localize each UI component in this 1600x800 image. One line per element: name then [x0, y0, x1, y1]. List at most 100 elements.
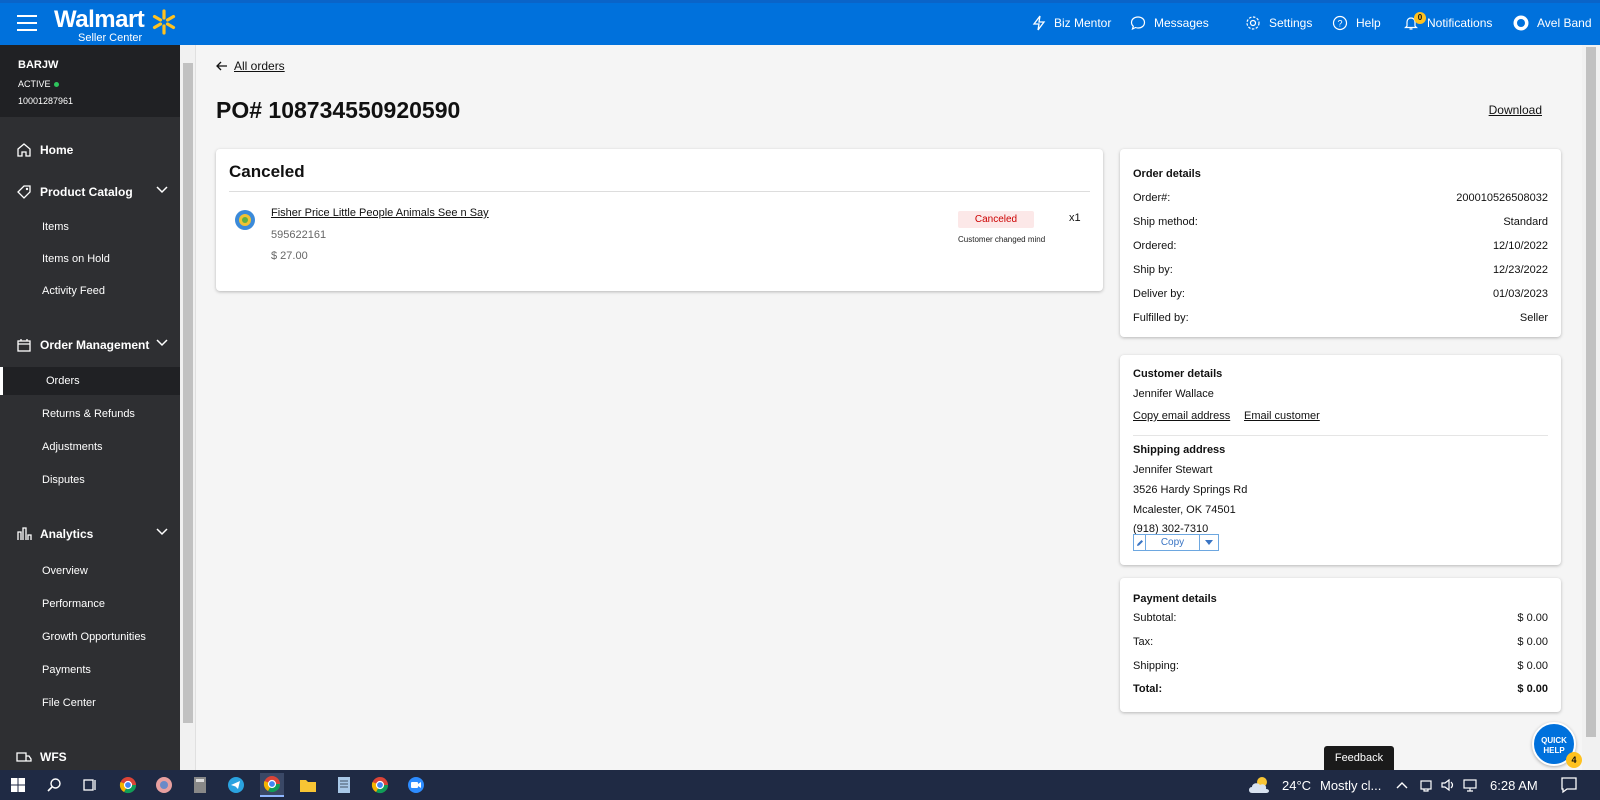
biz-mentor-link[interactable]: Biz Mentor — [1032, 15, 1111, 31]
bolt-icon — [1032, 15, 1046, 31]
order-status-title: Canceled — [229, 162, 305, 181]
sidebar-item-performance[interactable]: Performance — [0, 590, 180, 618]
sidebar-item-payments[interactable]: Payments — [0, 656, 180, 684]
sidebar-item-disputes[interactable]: Disputes — [0, 466, 180, 494]
calculator-icon[interactable] — [188, 773, 212, 797]
notifications-link[interactable]: 0 Notifications — [1403, 12, 1492, 31]
account-menu[interactable]: Avel Band — [1513, 15, 1592, 31]
detail-label: Ordered: — [1133, 240, 1177, 252]
file-explorer-icon[interactable] — [296, 773, 320, 797]
zoom-icon[interactable] — [404, 773, 428, 797]
display-icon[interactable] — [1462, 777, 1478, 793]
hamburger-menu-icon[interactable] — [17, 15, 37, 31]
sidebar-item-overview[interactable]: Overview — [0, 557, 180, 585]
avatar-icon — [1513, 15, 1529, 31]
cancel-reason: Customer changed mind — [958, 235, 1046, 244]
sidebar-section-product-catalog[interactable]: Product Catalog — [0, 174, 180, 210]
customer-details-card: Customer details Jennifer Wallace Copy e… — [1120, 355, 1561, 565]
chevron-up-icon[interactable] — [1396, 780, 1408, 790]
clock-time[interactable]: 6:28 AM — [1490, 778, 1538, 793]
walmart-logo[interactable]: Walmart Seller Center — [54, 6, 145, 45]
status-badge: Canceled — [958, 211, 1034, 228]
sidebar-item-growth-opportunities[interactable]: Growth Opportunities — [0, 623, 180, 651]
chevron-down-icon — [156, 186, 168, 194]
sidebar-section-wfs[interactable]: WFS — [0, 739, 180, 770]
product-thumbnail[interactable] — [234, 209, 256, 231]
logo-subtitle: Seller Center — [78, 32, 143, 44]
sidebar-section-analytics[interactable]: Analytics — [0, 516, 180, 552]
payment-row-shipping: Shipping: $ 0.00 — [1133, 660, 1548, 672]
sidebar-item-returns-refunds[interactable]: Returns & Refunds — [0, 400, 180, 428]
sidebar-item-items[interactable]: Items — [0, 213, 180, 241]
sidebar-item-file-center[interactable]: File Center — [0, 689, 180, 717]
app-icon[interactable] — [152, 773, 176, 797]
weather-cloud-icon[interactable] — [1247, 774, 1273, 796]
payment-value: $ 0.00 — [1517, 612, 1548, 624]
detail-row-deliver-by: Deliver by: 01/03/2023 — [1133, 288, 1548, 300]
network-icon[interactable] — [1418, 777, 1434, 793]
pencil-icon — [1134, 535, 1146, 550]
arrow-left-icon — [216, 61, 227, 71]
download-link[interactable]: Download — [1489, 103, 1542, 117]
sidebar-item-activity-feed[interactable]: Activity Feed — [0, 277, 180, 305]
help-icon: ? — [1332, 15, 1348, 31]
logo-wordmark: Walmart — [54, 6, 145, 33]
telegram-icon[interactable] — [224, 773, 248, 797]
sidebar-scrollbar-thumb[interactable] — [183, 63, 193, 723]
sidebar-item-items-on-hold[interactable]: Items on Hold — [0, 245, 180, 273]
payment-label: Subtotal: — [1133, 612, 1177, 624]
search-icon[interactable] — [42, 773, 66, 797]
weather-temp[interactable]: 24°C — [1282, 778, 1311, 793]
sidebar-home-label: Home — [40, 143, 74, 157]
detail-row-order-number: Order#: 200010526508032 — [1133, 192, 1548, 204]
divider — [1133, 435, 1548, 436]
status-dot-icon — [53, 81, 59, 87]
copy-email-link[interactable]: Copy email address — [1133, 410, 1230, 422]
main-scrollbar[interactable] — [1582, 45, 1600, 770]
top-bar: Walmart Seller Center Biz Mentor Message… — [0, 0, 1600, 45]
home-icon — [17, 143, 31, 157]
settings-link[interactable]: Settings — [1245, 15, 1312, 31]
detail-row-ordered: Ordered: 12/10/2022 — [1133, 240, 1548, 252]
sidebar-item-orders[interactable]: Orders — [0, 367, 180, 395]
ship-name: Jennifer Stewart — [1133, 464, 1213, 476]
chrome-profile-icon[interactable] — [368, 773, 392, 797]
caret-down-icon[interactable] — [1200, 535, 1218, 550]
detail-value: 01/03/2023 — [1492, 288, 1548, 300]
order-line-card: Canceled Fisher Price Little People Anim… — [216, 149, 1103, 291]
main-content: All orders PO# 108734550920590 Download … — [196, 45, 1582, 770]
sidebar-item-adjustments[interactable]: Adjustments — [0, 433, 180, 461]
sidebar-scrollbar[interactable] — [180, 45, 196, 770]
help-link[interactable]: ? Help — [1332, 15, 1381, 31]
volume-icon[interactable] — [1440, 777, 1456, 793]
task-view-icon[interactable] — [78, 773, 102, 797]
order-details-title: Order details — [1133, 168, 1201, 180]
main-scrollbar-thumb[interactable] — [1586, 47, 1596, 737]
bar-chart-icon — [17, 527, 32, 540]
messages-link[interactable]: Messages — [1130, 15, 1209, 31]
detail-label: Fulfilled by: — [1133, 312, 1189, 324]
chrome-icon[interactable] — [116, 773, 140, 797]
all-orders-link[interactable]: All orders — [216, 59, 285, 73]
help-label: Help — [1356, 16, 1381, 30]
weather-desc[interactable]: Mostly cl... — [1320, 778, 1381, 793]
page-title: PO# 108734550920590 — [216, 97, 461, 123]
svg-text:?: ? — [1337, 19, 1342, 29]
product-price: $ 27.00 — [271, 250, 308, 262]
detail-value: 12/23/2022 — [1492, 264, 1548, 276]
copy-address-button[interactable]: Copy — [1133, 534, 1219, 551]
chrome-active-icon[interactable] — [260, 773, 284, 797]
notification-count-badge: 0 — [1414, 12, 1426, 24]
windows-start-icon[interactable] — [6, 773, 30, 797]
notepad-icon[interactable] — [332, 773, 356, 797]
messages-label: Messages — [1154, 16, 1209, 30]
product-name-link[interactable]: Fisher Price Little People Animals See n… — [271, 207, 489, 219]
account-name: Avel Band — [1537, 16, 1592, 30]
feedback-button[interactable]: Feedback — [1324, 746, 1394, 770]
sidebar-section-order-management[interactable]: Order Management — [0, 327, 180, 363]
payment-value: $ 0.00 — [1517, 660, 1548, 672]
email-customer-link[interactable]: Email customer — [1244, 410, 1320, 422]
sidebar-item-home[interactable]: Home — [0, 132, 180, 168]
action-center-icon[interactable] — [1560, 776, 1578, 794]
chat-icon — [1130, 16, 1146, 31]
